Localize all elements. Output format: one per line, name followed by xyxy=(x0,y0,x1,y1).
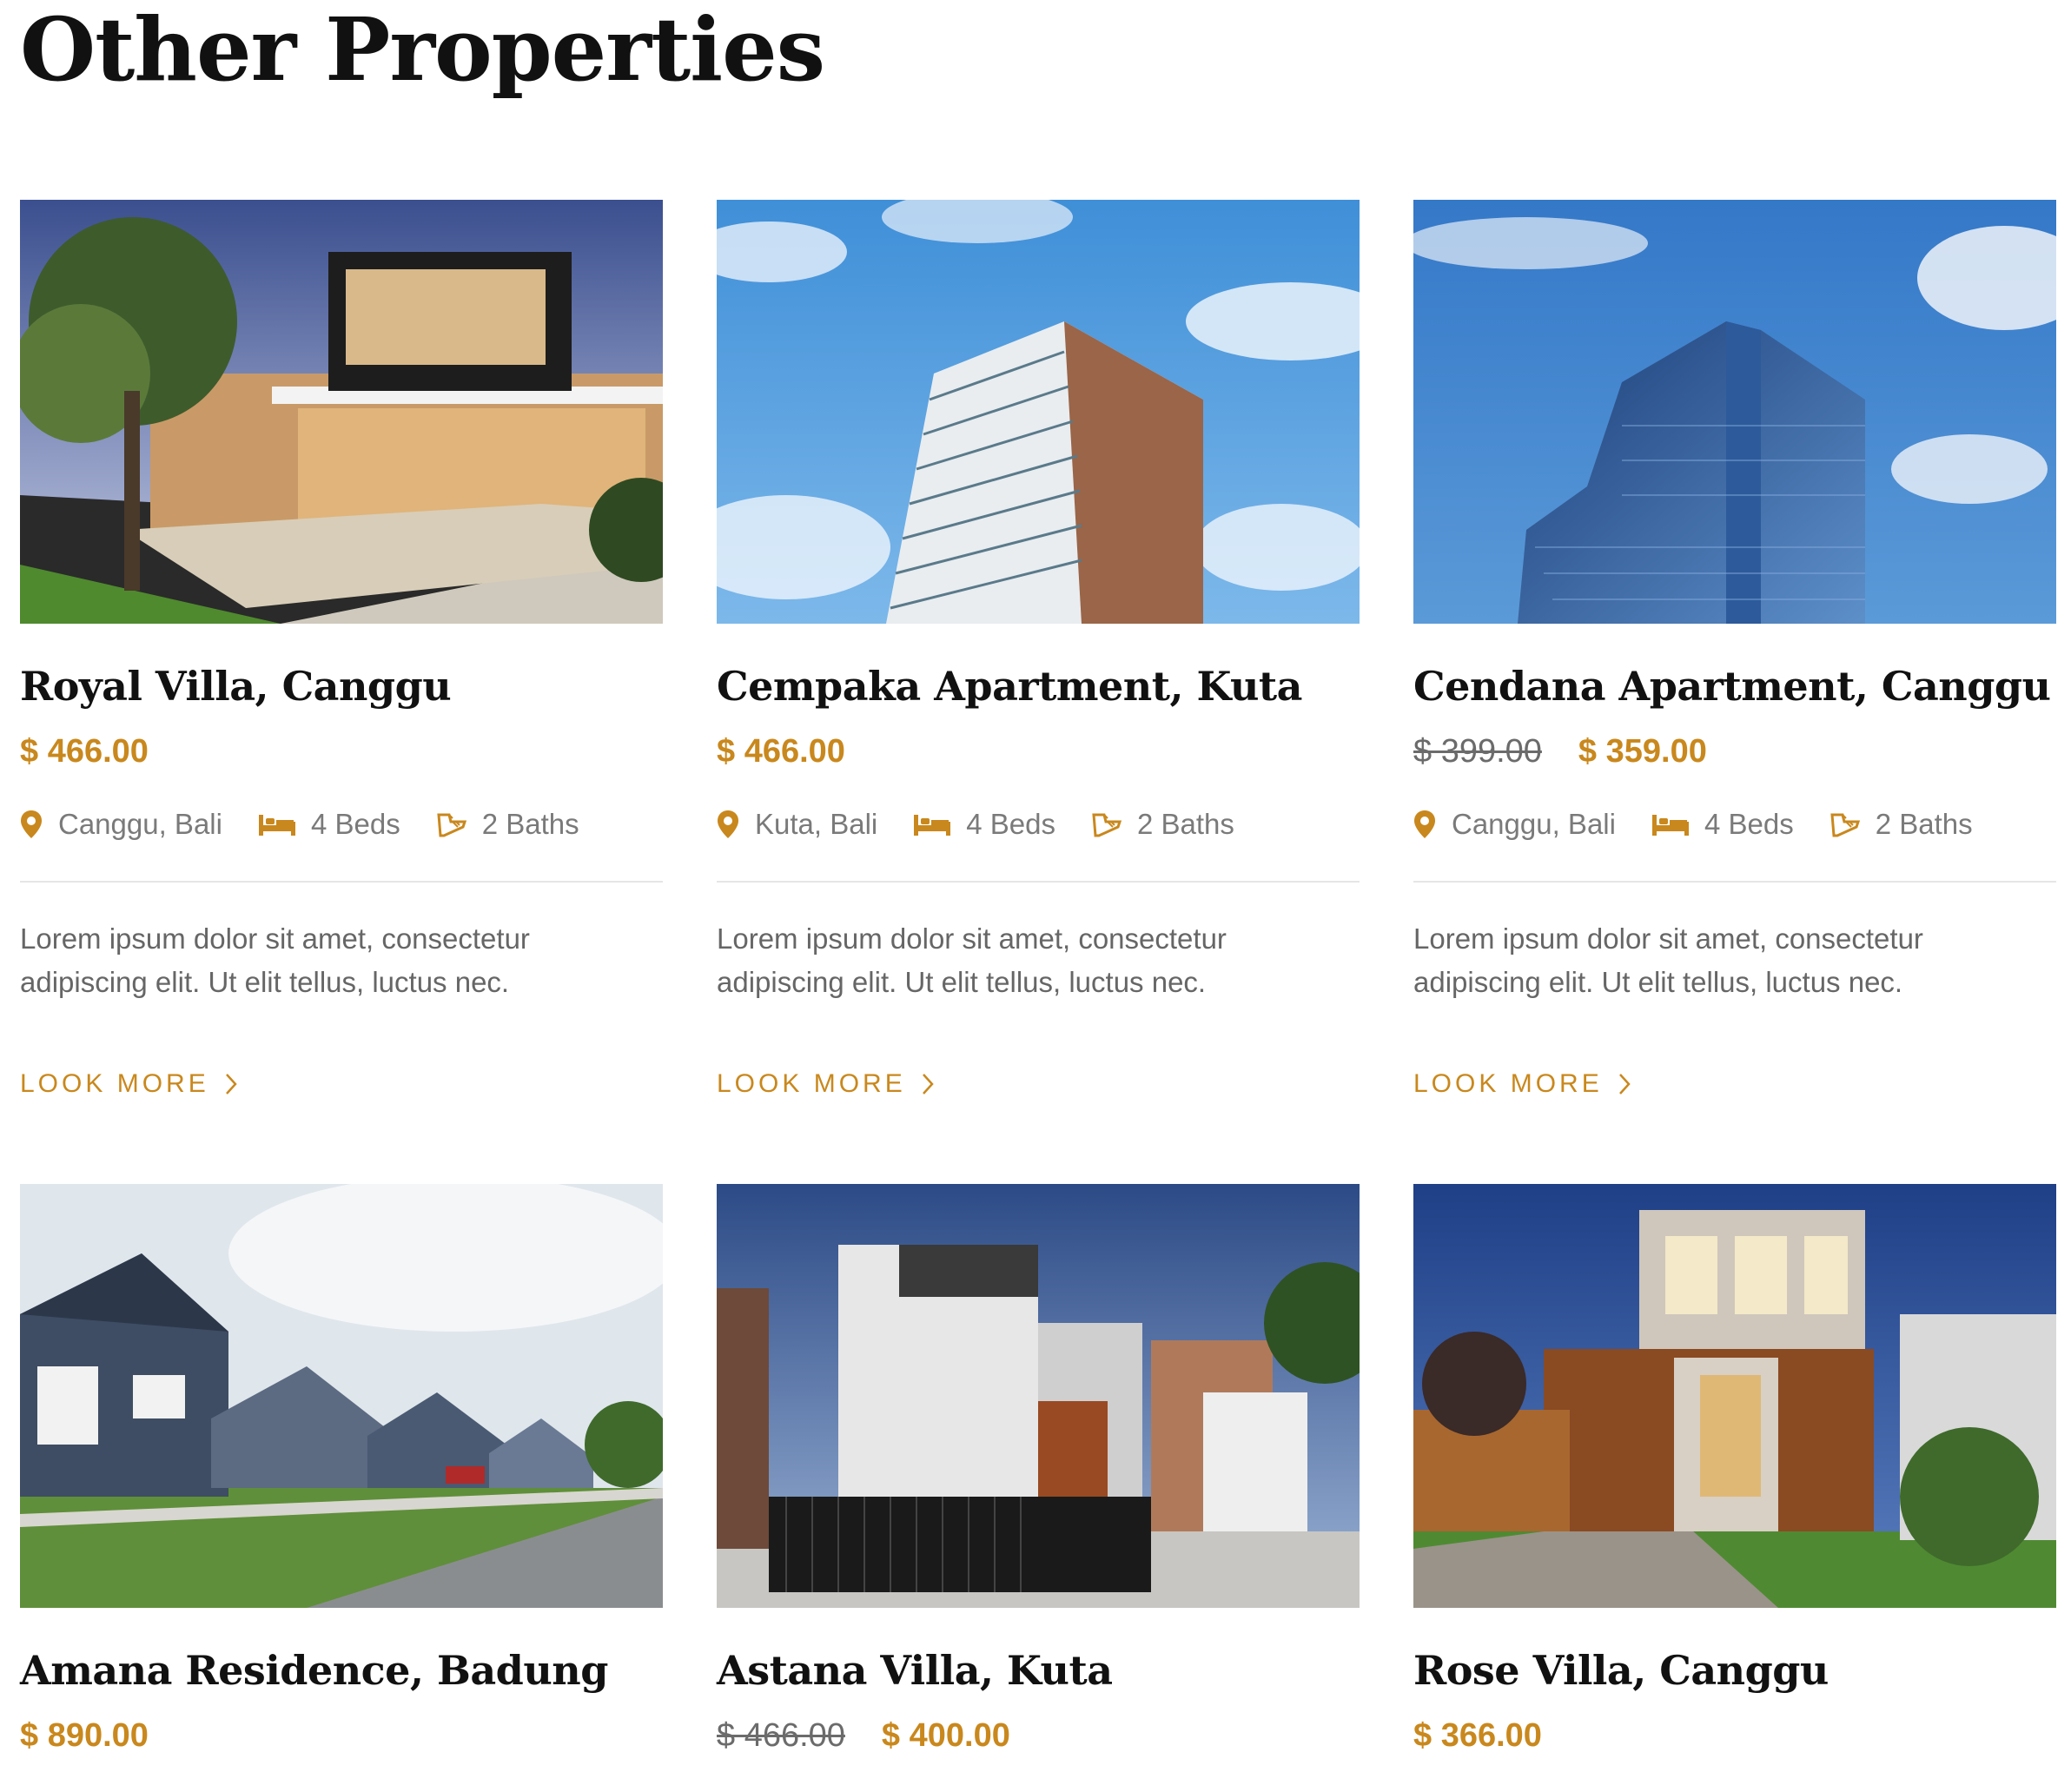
look-more-label: LOOK MORE xyxy=(20,1069,209,1098)
property-title[interactable]: Cendana Apartment, Canggu xyxy=(1413,624,2056,712)
property-photo[interactable] xyxy=(20,1184,663,1608)
price: $ 400.00 xyxy=(881,1716,1010,1754)
property-card: Amana Residence, Badung $ 890.00 xyxy=(20,1184,663,1792)
look-more-link[interactable]: LOOK MORE xyxy=(717,1069,934,1099)
property-description: Lorem ipsum dolor sit amet, consectetur … xyxy=(1413,922,1923,998)
bath-icon xyxy=(437,813,466,837)
bed-icon xyxy=(1651,815,1689,836)
price-row: $ 366.00 xyxy=(1413,1714,2056,1757)
property-title[interactable]: Amana Residence, Badung xyxy=(20,1608,663,1696)
price: $ 466.00 xyxy=(20,732,149,770)
property-photo[interactable] xyxy=(1413,1184,2056,1608)
look-more-label: LOOK MORE xyxy=(717,1069,906,1098)
beds-text: 4 Beds xyxy=(1704,808,1794,840)
price-row: $ 466.00 xyxy=(20,730,663,773)
property-description: Lorem ipsum dolor sit amet, consectetur … xyxy=(717,922,1227,998)
map-pin-icon xyxy=(21,810,42,838)
price-row: $ 466.00 $ 400.00 xyxy=(717,1714,1360,1757)
beds: 4 Beds xyxy=(1651,808,1794,841)
beds-text: 4 Beds xyxy=(310,808,400,840)
location: Canggu, Bali xyxy=(20,808,222,841)
look-more-label: LOOK MORE xyxy=(1413,1069,1603,1098)
beds: 4 Beds xyxy=(258,808,400,841)
property-title[interactable]: Astana Villa, Kuta xyxy=(717,1608,1360,1696)
property-card: Astana Villa, Kuta $ 466.00 $ 400.00 xyxy=(717,1184,1360,1792)
baths-text: 2 Baths xyxy=(1137,808,1234,840)
property-card: Royal Villa, Canggu $ 466.00 Canggu, Bal… xyxy=(20,200,663,1184)
baths-text: 2 Baths xyxy=(1875,808,1973,840)
baths: 2 Baths xyxy=(1830,808,1973,841)
property-meta: Canggu, Bali 4 Beds 2 Baths xyxy=(20,803,663,883)
property-title[interactable]: Royal Villa, Canggu xyxy=(20,624,663,712)
property-description: Lorem ipsum dolor sit amet, consectetur … xyxy=(20,922,530,998)
location-text: Kuta, Bali xyxy=(755,808,878,840)
property-meta: Kuta, Bali 4 Beds 2 Baths xyxy=(717,803,1360,883)
location-text: Canggu, Bali xyxy=(58,808,222,840)
location: Kuta, Bali xyxy=(717,808,877,841)
price-row: $ 890.00 xyxy=(20,1714,663,1757)
property-photo[interactable] xyxy=(1413,200,2056,624)
baths: 2 Baths xyxy=(437,808,579,841)
property-photo[interactable] xyxy=(717,1184,1360,1608)
page-title: Other Properties xyxy=(20,0,825,101)
location-text: Canggu, Bali xyxy=(1452,808,1616,840)
chevron-right-icon xyxy=(1618,1074,1631,1094)
property-title[interactable]: Rose Villa, Canggu xyxy=(1413,1608,2056,1696)
price: $ 466.00 xyxy=(717,732,845,770)
price-row: $ 399.00 $ 359.00 xyxy=(1413,730,2056,773)
property-card: Cempaka Apartment, Kuta $ 466.00 Kuta, B… xyxy=(717,200,1360,1184)
property-title[interactable]: Cempaka Apartment, Kuta xyxy=(717,624,1360,712)
location: Canggu, Bali xyxy=(1413,808,1616,841)
property-photo[interactable] xyxy=(717,200,1360,624)
bath-icon xyxy=(1092,813,1122,837)
old-price: $ 399.00 xyxy=(1413,732,1542,770)
bed-icon xyxy=(258,815,295,836)
chevron-right-icon xyxy=(225,1074,237,1094)
map-pin-icon xyxy=(718,810,738,838)
price-row: $ 466.00 xyxy=(717,730,1360,773)
bed-icon xyxy=(914,815,951,836)
property-grid: Royal Villa, Canggu $ 466.00 Canggu, Bal… xyxy=(20,200,2056,1792)
beds-text: 4 Beds xyxy=(966,808,1055,840)
chevron-right-icon xyxy=(922,1074,934,1094)
baths-text: 2 Baths xyxy=(481,808,579,840)
property-card: Cendana Apartment, Canggu $ 399.00 $ 359… xyxy=(1413,200,2056,1184)
map-pin-icon xyxy=(1414,810,1435,838)
property-meta: Canggu, Bali 4 Beds 2 Baths xyxy=(1413,803,2056,883)
price: $ 359.00 xyxy=(1578,732,1707,770)
look-more-link[interactable]: LOOK MORE xyxy=(20,1069,237,1099)
price: $ 890.00 xyxy=(20,1716,149,1754)
beds: 4 Beds xyxy=(914,808,1055,841)
bath-icon xyxy=(1830,813,1860,837)
baths: 2 Baths xyxy=(1092,808,1234,841)
price: $ 366.00 xyxy=(1413,1716,1542,1754)
property-card: Rose Villa, Canggu $ 366.00 xyxy=(1413,1184,2056,1792)
old-price: $ 466.00 xyxy=(717,1716,845,1754)
look-more-link[interactable]: LOOK MORE xyxy=(1413,1069,1631,1099)
property-photo[interactable] xyxy=(20,200,663,624)
